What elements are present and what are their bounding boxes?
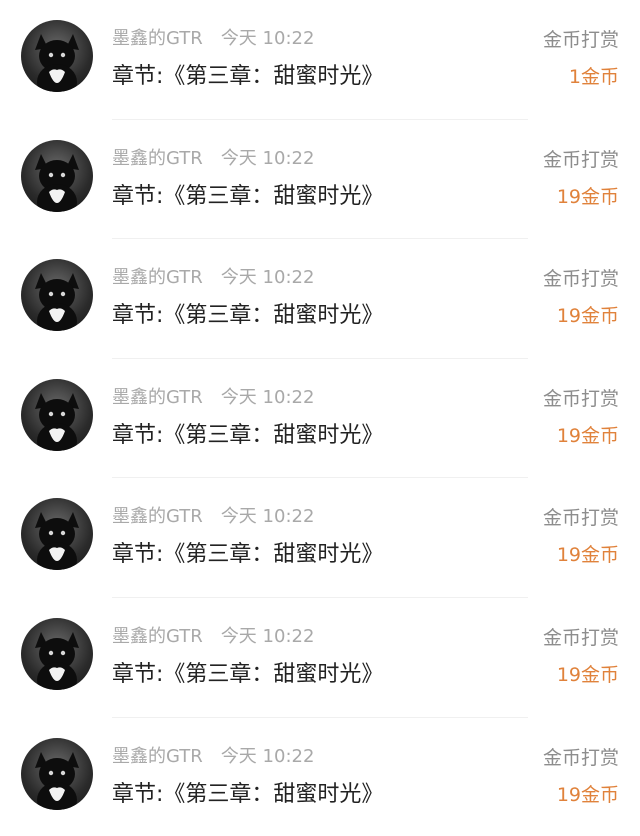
reward-meta: 墨鑫的GTR 今天 10:22 bbox=[112, 624, 314, 650]
reward-list: 墨鑫的GTR 今天 10:22 章节:《第三章：甜蜜时光》 金币打赏 1金币 墨鑫… bbox=[0, 0, 640, 836]
list-item[interactable]: 墨鑫的GTR 今天 10:22 章节:《第三章：甜蜜时光》 金币打赏 1金币 bbox=[0, 0, 640, 120]
list-item[interactable]: 墨鑫的GTR 今天 10:22 章节:《第三章：甜蜜时光》 金币打赏 19金币 bbox=[0, 718, 640, 836]
reward-time: 今天 10:22 bbox=[220, 745, 315, 767]
reward-type: 金币打赏 bbox=[542, 29, 619, 51]
reward-type: 金币打赏 bbox=[542, 148, 619, 171]
avatar[interactable] bbox=[21, 617, 93, 690]
cat-avatar-icon bbox=[35, 34, 79, 92]
cat-avatar-icon bbox=[35, 392, 79, 451]
list-item[interactable]: 墨鑫的GTR 今天 10:22 章节:《第三章：甜蜜时光》 金币打赏 19金币 bbox=[0, 120, 640, 240]
reward-type: 金币打赏 bbox=[542, 746, 619, 769]
reward-type: 金币打赏 bbox=[542, 268, 619, 291]
reward-meta: 墨鑫的GTR 今天 10:22 bbox=[112, 26, 314, 52]
chapter-title: 章节:《第三章：甜蜜时光》 bbox=[112, 781, 384, 807]
user-name[interactable]: 墨鑫的GTR bbox=[112, 387, 203, 408]
avatar[interactable] bbox=[21, 498, 93, 571]
reward-amount: 19金币 bbox=[556, 663, 619, 686]
avatar[interactable] bbox=[21, 139, 93, 212]
chapter-title: 章节:《第三章：甜蜜时光》 bbox=[112, 303, 384, 329]
avatar[interactable] bbox=[21, 20, 93, 92]
chapter-title: 章节:《第三章：甜蜜时光》 bbox=[112, 661, 384, 687]
list-item[interactable]: 墨鑫的GTR 今天 10:22 章节:《第三章：甜蜜时光》 金币打赏 19金币 bbox=[0, 359, 640, 479]
reward-amount: 19金币 bbox=[556, 305, 619, 328]
reward-amount: 19金币 bbox=[556, 185, 619, 208]
cat-avatar-icon bbox=[35, 273, 79, 332]
user-name[interactable]: 墨鑫的GTR bbox=[112, 28, 203, 49]
reward-meta: 墨鑫的GTR 今天 10:22 bbox=[112, 146, 314, 172]
reward-time: 今天 10:22 bbox=[220, 625, 315, 647]
cat-avatar-icon bbox=[35, 631, 79, 690]
chapter-title: 章节:《第三章：甜蜜时光》 bbox=[112, 183, 384, 209]
chapter-title: 章节:《第三章：甜蜜时光》 bbox=[112, 64, 384, 89]
user-name[interactable]: 墨鑫的GTR bbox=[112, 626, 203, 647]
reward-type: 金币打赏 bbox=[542, 626, 619, 649]
reward-amount: 19金币 bbox=[556, 424, 619, 447]
avatar[interactable] bbox=[21, 737, 93, 810]
user-name[interactable]: 墨鑫的GTR bbox=[112, 506, 203, 527]
reward-type: 金币打赏 bbox=[542, 387, 619, 410]
avatar[interactable] bbox=[21, 378, 93, 451]
avatar[interactable] bbox=[21, 259, 93, 332]
reward-amount: 19金币 bbox=[556, 544, 619, 567]
reward-amount: 19金币 bbox=[556, 783, 619, 806]
user-name[interactable]: 墨鑫的GTR bbox=[112, 148, 203, 169]
cat-avatar-icon bbox=[35, 751, 79, 810]
reward-amount: 1金币 bbox=[568, 66, 619, 88]
reward-meta: 墨鑫的GTR 今天 10:22 bbox=[112, 265, 314, 291]
reward-time: 今天 10:22 bbox=[220, 267, 315, 289]
cat-avatar-icon bbox=[35, 153, 79, 212]
reward-time: 今天 10:22 bbox=[220, 386, 315, 408]
reward-meta: 墨鑫的GTR 今天 10:22 bbox=[112, 385, 314, 411]
cat-avatar-icon bbox=[35, 512, 79, 571]
reward-meta: 墨鑫的GTR 今天 10:22 bbox=[112, 504, 314, 530]
reward-time: 今天 10:22 bbox=[220, 28, 315, 49]
user-name[interactable]: 墨鑫的GTR bbox=[112, 267, 203, 288]
user-name[interactable]: 墨鑫的GTR bbox=[112, 746, 203, 767]
chapter-title: 章节:《第三章：甜蜜时光》 bbox=[112, 422, 384, 448]
reward-time: 今天 10:22 bbox=[220, 506, 315, 528]
list-item[interactable]: 墨鑫的GTR 今天 10:22 章节:《第三章：甜蜜时光》 金币打赏 19金币 bbox=[0, 478, 640, 598]
chapter-title: 章节:《第三章：甜蜜时光》 bbox=[112, 542, 384, 568]
reward-time: 今天 10:22 bbox=[220, 147, 315, 169]
reward-meta: 墨鑫的GTR 今天 10:22 bbox=[112, 744, 314, 770]
list-item[interactable]: 墨鑫的GTR 今天 10:22 章节:《第三章：甜蜜时光》 金币打赏 19金币 bbox=[0, 598, 640, 718]
reward-type: 金币打赏 bbox=[542, 507, 619, 530]
list-item[interactable]: 墨鑫的GTR 今天 10:22 章节:《第三章：甜蜜时光》 金币打赏 19金币 bbox=[0, 239, 640, 359]
